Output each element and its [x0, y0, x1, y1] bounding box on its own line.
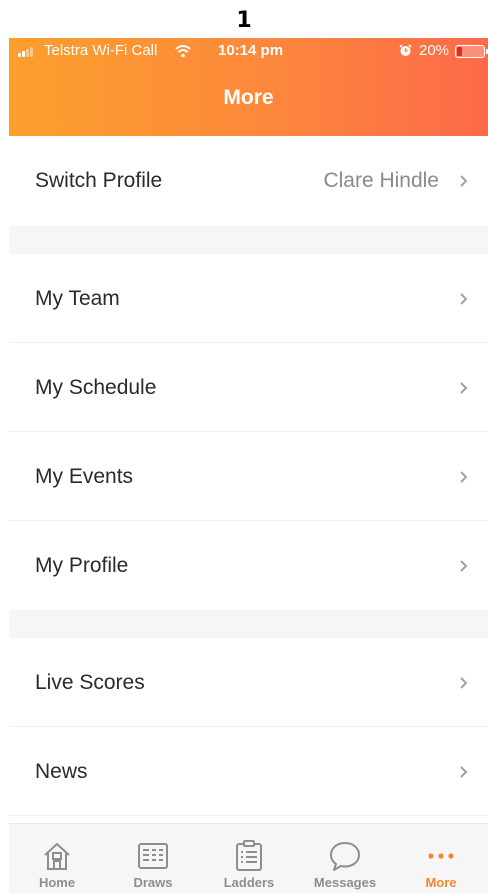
menu-item-my-profile[interactable]: My Profile	[9, 521, 488, 610]
status-time: 10:14 pm	[218, 42, 284, 59]
bottom-tab-bar: Home Draws Ladders Messages More	[9, 823, 488, 893]
battery-percent: 20%	[419, 42, 450, 59]
clipboard-list-icon	[236, 840, 262, 871]
menu-item-label: My Events	[35, 465, 134, 488]
more-dots-icon	[428, 853, 454, 859]
chevron-right-icon	[460, 560, 468, 572]
menu-item-live-scores[interactable]: Live Scores	[9, 638, 488, 727]
menu-item-news[interactable]: News	[9, 727, 488, 816]
tab-messages[interactable]: Messages	[297, 824, 393, 893]
draws-grid-icon	[138, 843, 168, 869]
tab-label: Messages	[313, 875, 377, 890]
section-divider	[9, 226, 488, 254]
wifi-icon	[175, 45, 191, 58]
chevron-right-icon	[460, 293, 468, 305]
menu-item-label: Live Scores	[35, 671, 145, 694]
alarm-icon	[399, 44, 412, 56]
switch-profile-label: Switch Profile	[35, 169, 163, 192]
page-label: 1	[236, 8, 252, 33]
status-bar: Telstra Wi-Fi Call 10:14 pm 20%	[9, 38, 488, 64]
menu-item-label: My Schedule	[35, 376, 157, 399]
chevron-right-icon	[460, 766, 468, 778]
chevron-right-icon	[460, 677, 468, 689]
settings-menu: Switch Profile Clare Hindle My Team My S…	[9, 136, 488, 816]
home-icon	[44, 843, 70, 870]
tab-ladders[interactable]: Ladders	[201, 824, 297, 893]
tab-draws[interactable]: Draws	[105, 824, 201, 893]
chat-bubble-icon	[330, 842, 360, 871]
tab-label: Home	[38, 875, 76, 890]
tab-home[interactable]: Home	[9, 824, 105, 893]
tab-label: More	[425, 875, 457, 890]
menu-item-label: News	[35, 760, 88, 783]
menu-item-my-schedule[interactable]: My Schedule	[9, 343, 488, 432]
menu-item-my-team[interactable]: My Team	[9, 254, 488, 343]
menu-item-label: My Team	[35, 287, 120, 310]
section-divider	[9, 610, 488, 638]
chevron-right-icon	[460, 175, 468, 187]
chevron-right-icon	[460, 471, 468, 483]
menu-item-my-events[interactable]: My Events	[9, 432, 488, 521]
tab-label: Draws	[133, 875, 173, 890]
switch-profile-row[interactable]: Switch Profile Clare Hindle	[9, 136, 488, 226]
app-header: Telstra Wi-Fi Call 10:14 pm 20% More	[9, 38, 488, 136]
carrier-name: Telstra Wi-Fi Call	[44, 42, 158, 59]
tab-more[interactable]: More	[393, 824, 488, 893]
battery-level-fill	[457, 47, 462, 56]
battery-icon	[455, 45, 488, 58]
current-profile-name: Clare Hindle	[323, 169, 439, 192]
menu-item-label: My Profile	[35, 554, 129, 577]
tab-label: Ladders	[223, 875, 275, 890]
chevron-right-icon	[460, 382, 468, 394]
signal-icon	[18, 47, 38, 57]
page-title: More	[223, 86, 274, 109]
